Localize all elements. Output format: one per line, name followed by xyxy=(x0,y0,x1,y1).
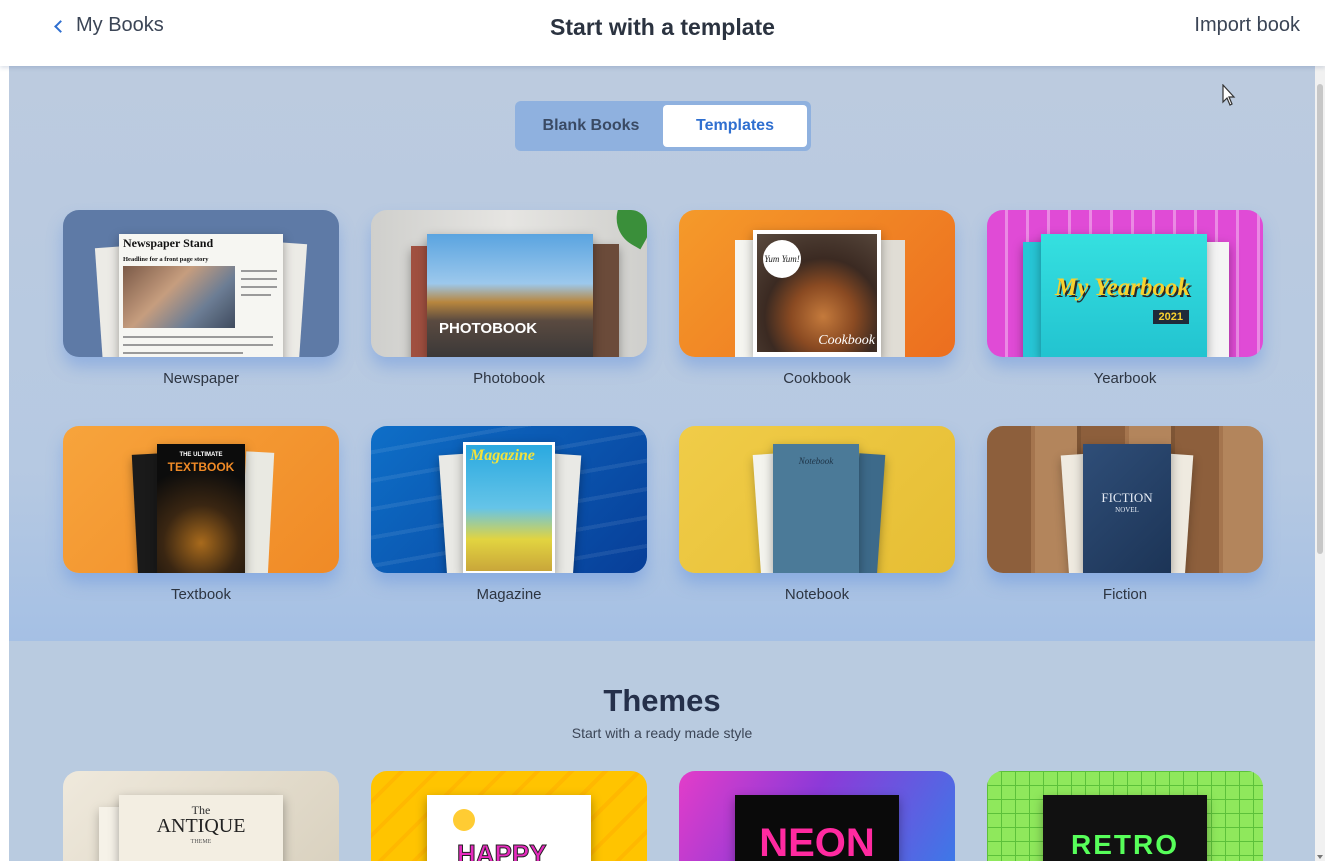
theme-card-neon[interactable]: NEON xyxy=(679,771,955,861)
notebook-cover: Notebook xyxy=(773,444,859,573)
scrollbar[interactable] xyxy=(1315,66,1325,861)
emoji-icon xyxy=(453,809,475,831)
neon-cover: NEON xyxy=(735,795,899,861)
import-book-button[interactable]: Import book xyxy=(1194,14,1300,37)
template-label-cookbook: Cookbook xyxy=(783,370,851,387)
mouse-cursor-icon xyxy=(1222,84,1236,106)
template-card-magazine[interactable]: Magazine xyxy=(371,426,647,573)
template-card-cookbook[interactable]: Yum Yum! Cookbook xyxy=(679,210,955,357)
retro-cover: RETRO xyxy=(1043,795,1207,861)
textbook-cover: THE ULTIMATE TEXTBOOK xyxy=(157,444,245,573)
template-card-yearbook[interactable]: My Yearbook 2021 xyxy=(987,210,1263,357)
theme-card-antique[interactable]: The ANTIQUE THEME xyxy=(63,771,339,861)
cookbook-title: Cookbook xyxy=(818,333,875,348)
theme-card-retro[interactable]: RETRO xyxy=(987,771,1263,861)
tab-templates[interactable]: Templates xyxy=(663,105,807,147)
chevron-left-icon xyxy=(52,19,66,33)
template-card-newspaper[interactable]: Newspaper Stand Headline for a front pag… xyxy=(63,210,339,357)
retro-title: RETRO xyxy=(1071,829,1179,860)
template-card-photobook[interactable]: PHOTOBOOK xyxy=(371,210,647,357)
template-card-textbook[interactable]: THE ULTIMATE TEXTBOOK xyxy=(63,426,339,573)
magazine-title: Magazine xyxy=(470,447,535,464)
antique-title: ANTIQUE xyxy=(156,815,246,837)
newspaper-masthead: Newspaper Stand xyxy=(123,236,214,250)
template-label-fiction: Fiction xyxy=(1102,586,1148,603)
yearbook-cover: My Yearbook 2021 xyxy=(1041,234,1207,357)
neon-title: NEON xyxy=(759,821,875,861)
top-bar: My Books Start with a template Import bo… xyxy=(0,0,1325,66)
template-label-textbook: Textbook xyxy=(170,586,232,603)
templates-section: Blank Books Templates Newspaper Stand He… xyxy=(9,66,1315,641)
back-label: My Books xyxy=(76,14,164,36)
newspaper-cover: Newspaper Stand Headline for a front pag… xyxy=(119,234,283,357)
photobook-back-page-right xyxy=(589,244,619,357)
yearbook-year: 2021 xyxy=(1152,310,1189,324)
textbook-subtitle: THE ULTIMATE xyxy=(179,452,223,458)
cookbook-badge: Yum Yum! xyxy=(763,240,801,278)
magazine-cover: Magazine xyxy=(463,442,555,573)
template-label-magazine: Magazine xyxy=(476,586,542,603)
book-type-toggle: Blank Books Templates xyxy=(515,101,811,151)
template-label-notebook: Notebook xyxy=(784,586,850,603)
template-label-photobook: Photobook xyxy=(473,370,545,387)
template-card-notebook[interactable]: Notebook xyxy=(679,426,955,573)
newspaper-headline: Headline for a front page story xyxy=(123,256,209,263)
theme-card-happy[interactable]: HAPPY xyxy=(371,771,647,861)
happy-title: HAPPY xyxy=(457,839,548,861)
notebook-title: Notebook xyxy=(798,456,834,466)
textbook-title: TEXTBOOK xyxy=(167,460,235,474)
scroll-down-icon[interactable] xyxy=(1317,855,1323,859)
yearbook-title: My Yearbook xyxy=(1055,274,1190,301)
tab-blank-books[interactable]: Blank Books xyxy=(519,105,663,147)
page-title: Start with a template xyxy=(550,14,775,40)
fiction-cover: FICTION NOVEL xyxy=(1083,444,1171,573)
antique-sub: THEME xyxy=(190,839,212,845)
main-content: Blank Books Templates Newspaper Stand He… xyxy=(9,66,1315,861)
back-to-my-books-button[interactable]: My Books xyxy=(52,14,164,37)
photobook-title: PHOTOBOOK xyxy=(439,320,538,337)
photobook-cover: PHOTOBOOK xyxy=(427,234,593,357)
template-card-fiction[interactable]: FICTION NOVEL xyxy=(987,426,1263,573)
template-label-yearbook: Yearbook xyxy=(1093,370,1157,387)
template-label-newspaper: Newspaper xyxy=(163,370,239,387)
themes-subtitle: Start with a ready made style xyxy=(571,725,753,741)
fiction-title: FICTION xyxy=(1101,490,1153,505)
happy-cover: HAPPY xyxy=(427,795,591,861)
fiction-subtitle: NOVEL xyxy=(1115,506,1139,514)
cookbook-cover: Yum Yum! Cookbook xyxy=(753,230,881,357)
scrollbar-thumb[interactable] xyxy=(1317,84,1323,554)
newspaper-photo xyxy=(123,266,235,328)
themes-heading: Themes xyxy=(603,683,721,718)
antique-cover: The ANTIQUE THEME xyxy=(119,795,283,861)
